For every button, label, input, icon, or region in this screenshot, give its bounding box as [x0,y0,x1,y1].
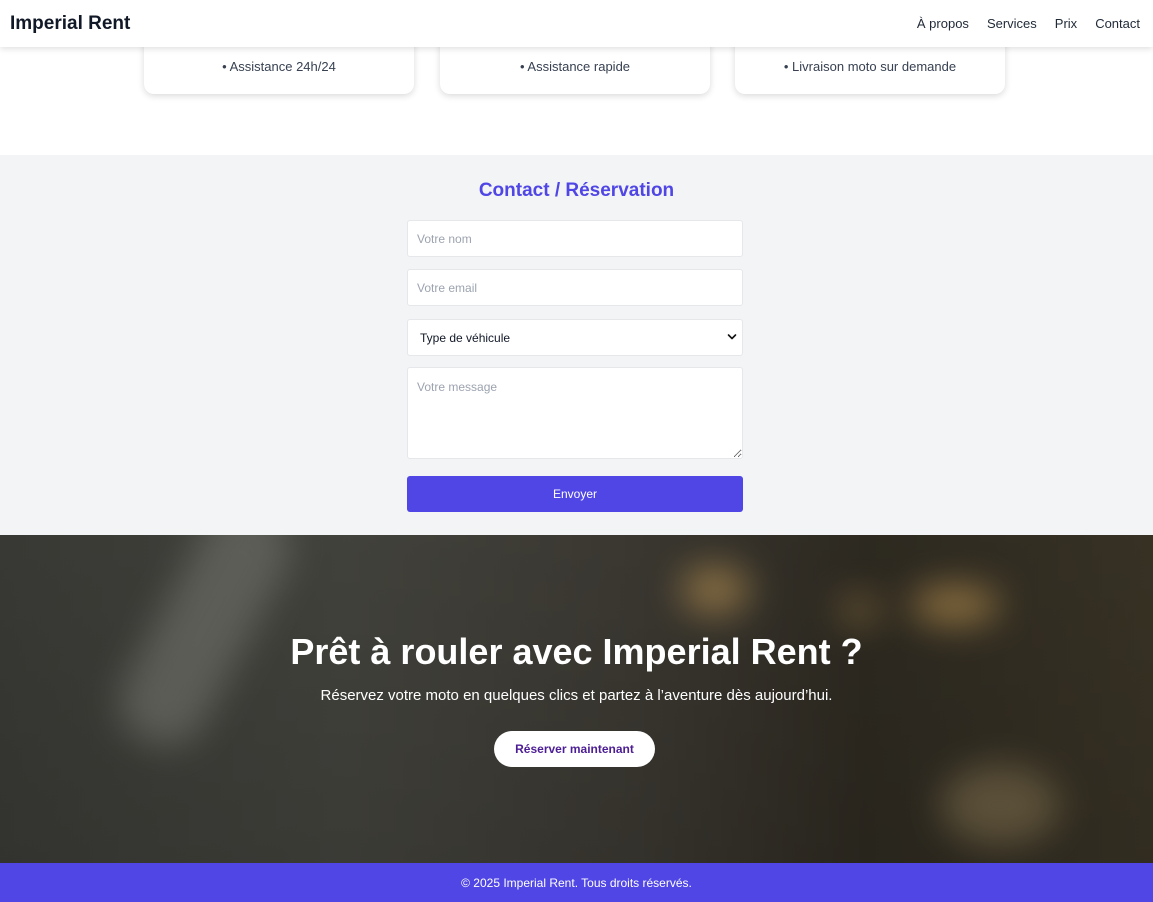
service-card-feature: • Assistance 24h/24 [222,59,336,74]
site-header: Imperial Rent À propos Services Prix Con… [0,0,1153,47]
name-input[interactable] [407,220,743,257]
vehicle-type-select-wrapper: Type de véhicule [407,319,743,356]
nav-link-prices[interactable]: Prix [1055,16,1077,31]
send-button[interactable]: Envoyer [407,476,743,512]
brand-logo[interactable]: Imperial Rent [10,13,130,35]
main-nav: À propos Services Prix Contact [917,16,1140,31]
cta-title: Prêt à rouler avec Imperial Rent ? [290,631,863,672]
nav-link-about[interactable]: À propos [917,16,969,31]
vehicle-type-select[interactable]: Type de véhicule [407,319,743,356]
email-input[interactable] [407,269,743,306]
cta-section: Prêt à rouler avec Imperial Rent ? Réser… [0,535,1153,863]
site-footer: © 2025 Imperial Rent. Tous droits réserv… [0,863,1153,902]
contact-section: Contact / Réservation Type de véhicule E… [0,155,1153,535]
background-light [840,595,880,625]
background-light [910,585,1000,625]
background-light [680,565,750,615]
service-card-feature: • Assistance rapide [519,59,631,74]
reserve-now-button[interactable]: Réserver maintenant [494,731,655,767]
copyright-text: © 2025 Imperial Rent. Tous droits réserv… [461,875,692,890]
nav-link-services[interactable]: Services [987,16,1037,31]
cta-subtitle: Réservez votre moto en quelques clics et… [320,687,833,704]
contact-title: Contact / Réservation [478,180,675,201]
background-light [940,765,1060,845]
nav-link-contact[interactable]: Contact [1095,16,1140,31]
message-textarea[interactable] [407,367,743,459]
service-card-feature: • Livraison moto sur demande [783,59,957,74]
